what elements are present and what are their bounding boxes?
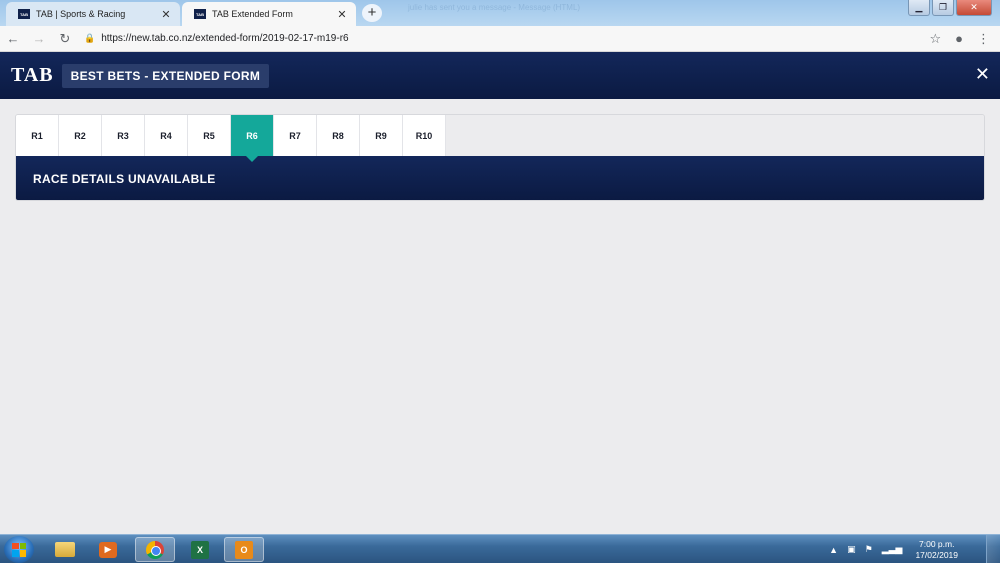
arrow-left-icon[interactable]: ← (0, 31, 26, 46)
windows-logo-icon (12, 542, 26, 557)
url-path: /extended-form/2019-02-17-m19-r6 (192, 33, 349, 44)
account-icon[interactable]: ● (955, 31, 963, 46)
close-icon[interactable]: ✕ (975, 64, 990, 84)
excel-icon: X (191, 540, 209, 559)
folder-icon (55, 542, 75, 557)
race-tab-r5[interactable]: R5 (188, 115, 231, 156)
page-title: BEST BETS - EXTENDED FORM (61, 63, 270, 88)
minimize-icon[interactable]: ▁ (908, 0, 930, 16)
show-desktop-button[interactable] (986, 535, 1000, 563)
system-clock[interactable]: 7:00 p.m. 17/02/2019 (915, 539, 958, 561)
outlook-icon: O (235, 540, 253, 559)
taskbar-chrome[interactable] (135, 537, 175, 562)
kebab-icon[interactable]: ⋮ (977, 31, 990, 47)
media-player-icon: ▶ (99, 541, 117, 558)
url-protocol: https:// (101, 33, 132, 44)
race-tab-r10[interactable]: R10 (403, 115, 446, 156)
taskbar-excel[interactable]: X (180, 537, 220, 562)
star-icon[interactable]: ☆ (929, 31, 941, 47)
race-tab-r6[interactable]: R6 (231, 115, 274, 162)
race-tab-r3[interactable]: R3 (102, 115, 145, 156)
browser-tab-extended-form[interactable]: TAB TAB Extended Form ✕ (182, 2, 356, 26)
taskbar-media-player[interactable]: ▶ (88, 537, 128, 562)
lock-icon: 🔒 (84, 33, 96, 43)
arrow-right-icon[interactable]: → (26, 31, 52, 46)
race-tab-r2[interactable]: R2 (59, 115, 102, 156)
race-panel: R1 R2 R3 R4 R5 R6 R7 R8 R9 R10 RACE DETA… (15, 114, 985, 201)
browser-toolbar: ☆ ● ⋮ (929, 31, 990, 47)
device-icon[interactable]: ▣ (847, 544, 856, 555)
window-controls: ▁ ❐ ✕ (908, 0, 992, 16)
browser-tab-title: TAB Extended Form (212, 9, 293, 19)
taskbar-outlook[interactable]: O (224, 537, 264, 562)
race-details-message: RACE DETAILS UNAVAILABLE (16, 156, 984, 200)
show-hidden-icons-icon[interactable]: ▲ (829, 545, 838, 555)
race-tab-r4[interactable]: R4 (145, 115, 188, 156)
url-field[interactable]: 🔒 https://new.tab.co.nz/extended-form/20… (84, 33, 929, 44)
tab-logo[interactable]: TAB (11, 64, 54, 87)
reload-icon[interactable]: ↻ (52, 31, 78, 47)
race-tab-bar: R1 R2 R3 R4 R5 R6 R7 R8 R9 R10 (16, 115, 984, 162)
close-tab-icon[interactable]: ✕ (336, 8, 348, 21)
signal-icon[interactable]: ▂▃▅ (882, 544, 903, 555)
new-tab-button[interactable]: + (362, 4, 382, 22)
taskbar-file-explorer[interactable] (45, 537, 85, 562)
clock-time: 7:00 p.m. (919, 538, 955, 549)
close-tab-icon[interactable]: ✕ (160, 8, 172, 21)
tab-favicon-icon: TAB (18, 9, 30, 19)
browser-tab-title: TAB | Sports & Racing (36, 9, 126, 19)
race-tab-r9[interactable]: R9 (360, 115, 403, 156)
start-button[interactable] (4, 536, 34, 563)
restore-icon[interactable]: ❐ (932, 0, 954, 16)
network-error-icon[interactable]: ⚑ (865, 544, 873, 555)
race-tab-r8[interactable]: R8 (317, 115, 360, 156)
url-host: new.tab.co.nz (131, 33, 193, 44)
browser-tab-strip: TAB TAB | Sports & Racing ✕ TAB TAB Exte… (0, 0, 1000, 26)
race-tab-r1[interactable]: R1 (16, 115, 59, 156)
notification-ghost-text: julie has sent you a message - Message (… (408, 3, 581, 12)
browser-tab-sports-racing[interactable]: TAB TAB | Sports & Racing ✕ (6, 2, 180, 26)
address-bar: ← → ↻ 🔒 https://new.tab.co.nz/extended-f… (0, 26, 1000, 52)
window-close-icon[interactable]: ✕ (956, 0, 992, 16)
race-tab-r7[interactable]: R7 (274, 115, 317, 156)
system-tray: ▲ ▣ ⚑ ▂▃▅ 7:00 p.m. 17/02/2019 (829, 535, 958, 563)
clock-date: 17/02/2019 (915, 549, 958, 560)
taskbar: ▶ X O ▲ ▣ ⚑ ▂▃▅ 7:00 p.m. 17/02/2019 (0, 534, 1000, 563)
chrome-icon (146, 540, 164, 559)
tab-favicon-icon: TAB (194, 9, 206, 19)
page-header: TAB BEST BETS - EXTENDED FORM ✕ (0, 52, 1000, 99)
